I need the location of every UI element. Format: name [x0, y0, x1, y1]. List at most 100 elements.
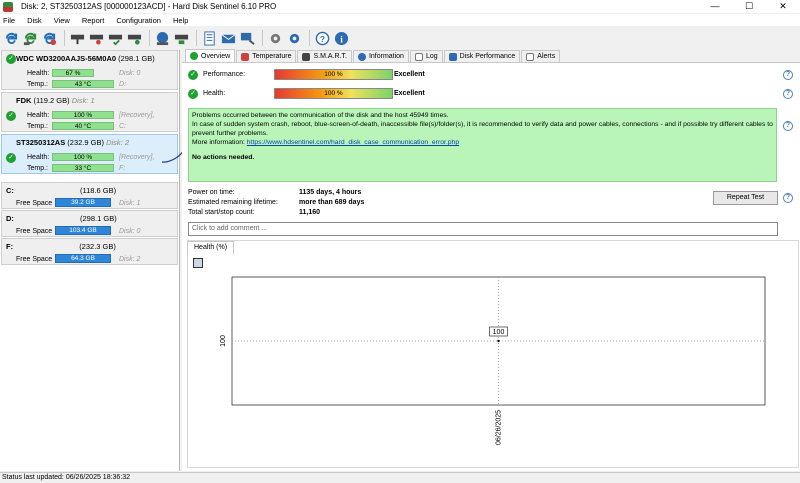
tab-log[interactable]: Log — [409, 50, 443, 62]
volume-size: (298.1 GB) — [80, 214, 117, 223]
tab-temperature[interactable]: Temperature — [236, 50, 297, 62]
window-controls: — ☐ ✕ — [698, 0, 800, 13]
menu-disk[interactable]: Disk — [27, 16, 42, 25]
disk-size: (298.1 GB) — [118, 54, 155, 63]
disk-card-2[interactable]: ST3250312AS (232.9 GB) Disk: 2 ✓ Health:… — [1, 134, 178, 174]
volume-disk-note: Disk: 0 — [119, 228, 141, 235]
hard-disk-icon — [70, 34, 85, 44]
health-chart: 100 06/26/2025 100 — [220, 276, 766, 445]
tab-information[interactable]: Information — [352, 50, 409, 62]
sync-icon — [43, 32, 57, 45]
volume-note: D: — [119, 81, 126, 88]
hard-disk-info-icon — [127, 34, 142, 45]
disk-size: (232.9 GB) — [67, 138, 104, 147]
title-bar: Disk: 2, ST3250312AS [000000123ACD] - Ha… — [0, 0, 800, 13]
hard-disk-icon — [302, 52, 311, 61]
health-label: Health: — [27, 70, 50, 77]
repeat-test-help-icon[interactable]: ? — [783, 193, 793, 203]
help-icon: ? — [315, 31, 330, 45]
menu-help[interactable]: Help — [173, 16, 188, 25]
temp-label: Temp.: — [27, 165, 49, 172]
disk-number: Disk: 0 — [119, 70, 141, 77]
power-on-row: Power on time: 1135 days, 4 hours — [188, 189, 361, 196]
message-line-1: Problems occurred between the communicat… — [192, 112, 449, 119]
svg-text:i: i — [340, 35, 343, 45]
health-help-icon[interactable]: ? — [783, 89, 793, 99]
tab-alerts[interactable]: Alerts — [521, 50, 561, 62]
tab-smart[interactable]: S.M.A.R.T. — [297, 50, 352, 62]
refresh-sync-button[interactable] — [41, 30, 58, 47]
message-help-icon[interactable]: ? — [783, 121, 793, 131]
free-space-bar: 103.4 GB — [55, 226, 111, 235]
gear-icon — [270, 33, 281, 43]
report-button[interactable] — [201, 30, 218, 47]
check-icon — [190, 52, 198, 60]
repeat-test-button[interactable]: Repeat Test — [713, 191, 778, 205]
volume-card-d[interactable]: D: (298.1 GB) Free Space 103.4 GB Disk: … — [1, 210, 178, 237]
surface-test-button[interactable] — [88, 30, 105, 47]
disk-card-0[interactable]: ✓ WDC WD3200AAJS-56M0A0 (298.1 GB) Healt… — [1, 50, 178, 90]
about-button[interactable]: i — [333, 30, 350, 47]
toolbar-separator — [262, 30, 263, 46]
refresh-all-button[interactable] — [22, 30, 39, 47]
chart-tab-health[interactable]: Health (%) — [187, 241, 235, 254]
remaining-value: more than 689 days — [299, 199, 365, 206]
help-button[interactable]: ? — [314, 30, 331, 47]
backup-button[interactable] — [154, 30, 171, 47]
toolbar-separator — [309, 30, 310, 46]
toolbar: ? i — [0, 27, 800, 49]
temperature-bar: 33 °C — [52, 164, 114, 172]
globe-icon — [156, 31, 169, 45]
menu-view[interactable]: View — [54, 16, 70, 25]
toolbar-separator — [64, 30, 65, 46]
save-chart-icon[interactable] — [193, 258, 203, 268]
status-ok-icon: ✓ — [6, 153, 16, 163]
disk-info-button[interactable] — [126, 30, 143, 47]
y-tick-label: 100 — [220, 335, 227, 347]
preferences-button[interactable] — [286, 30, 303, 47]
minimize-button[interactable]: — — [698, 0, 732, 13]
volume-card-c[interactable]: C: (118.6 GB) Free Space 39.2 GB Disk: 1 — [1, 182, 178, 209]
email-button[interactable] — [220, 30, 237, 47]
more-info-link[interactable]: https://www.hdsentinel.com/hard_disk_cas… — [247, 139, 459, 146]
health-bar: 100 % — [52, 153, 114, 161]
disk-name: ST3250312AS — [16, 138, 66, 147]
volume-disk-note: Disk: 2 — [119, 256, 141, 263]
volume-card-f[interactable]: F: (232.3 GB) Free Space 64.3 GB Disk: 2 — [1, 238, 178, 265]
disk-health-button[interactable] — [107, 30, 124, 47]
disk-number: Disk: 2 — [106, 138, 129, 147]
performance-help-icon[interactable]: ? — [783, 70, 793, 80]
menu-bar: File Disk View Report Configuration Help — [0, 14, 800, 26]
menu-file[interactable]: File — [3, 16, 15, 25]
disk-name: FDK — [16, 96, 32, 105]
hard-disk-check-icon — [108, 34, 123, 45]
send-report-button[interactable] — [239, 30, 256, 47]
volume-size: (118.6 GB) — [80, 186, 117, 195]
health-bar: 100 % — [274, 88, 393, 99]
status-bar: Status last updated: 06/26/2025 18:36:32 — [0, 472, 800, 483]
refresh-button[interactable] — [3, 30, 20, 47]
disk-number: Disk: 1 — [71, 96, 95, 105]
menu-report[interactable]: Report — [82, 16, 105, 25]
disk-card-1[interactable]: FDK (119.2 GB) Disk: 1 ✓ Health: 100 % [… — [1, 92, 178, 132]
tab-overview[interactable]: Overview — [185, 49, 236, 62]
gear-blue-icon — [289, 33, 300, 43]
info-icon — [357, 52, 366, 61]
remaining-lifetime-row: Estimated remaining lifetime: more than 6… — [188, 199, 364, 206]
data-point-label: 100 — [493, 329, 505, 336]
message-line-2: In case of sudden system crash, reboot, … — [192, 121, 773, 137]
save-report-button[interactable] — [173, 30, 190, 47]
hard-disk-save-icon — [174, 34, 189, 44]
volume-letter: F: — [6, 242, 14, 251]
alert-document-icon — [526, 52, 535, 61]
comment-input[interactable]: Click to add comment ... — [188, 222, 778, 236]
disk-test-button[interactable] — [69, 30, 86, 47]
window-title: Disk: 2, ST3250312AS [000000123ACD] - Ha… — [21, 2, 277, 11]
tab-disk-performance[interactable]: Disk Performance — [443, 50, 521, 62]
volume-letter: C: — [6, 186, 14, 195]
close-button[interactable]: ✕ — [766, 0, 800, 13]
menu-configuration[interactable]: Configuration — [116, 16, 161, 25]
thermometer-icon — [241, 52, 250, 61]
maximize-button[interactable]: ☐ — [732, 0, 766, 13]
settings-button[interactable] — [267, 30, 284, 47]
